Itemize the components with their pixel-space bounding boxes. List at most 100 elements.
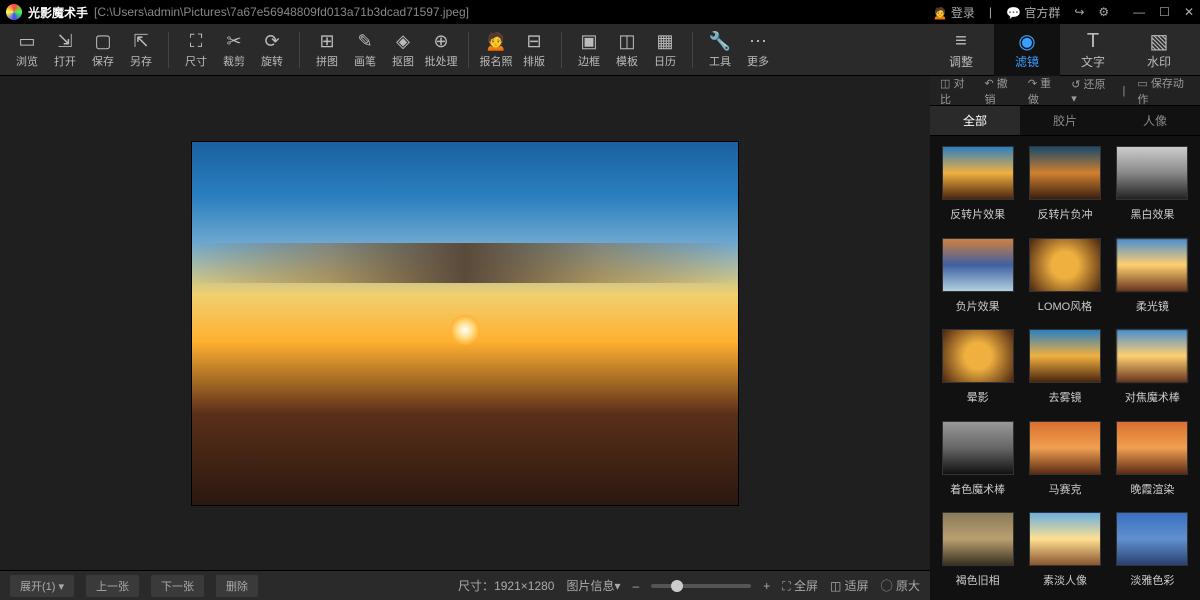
calendar-icon: ▦ — [656, 31, 673, 53]
idphoto-icon: 🙍 — [485, 31, 507, 53]
filter-item[interactable]: 淡雅色彩 — [1113, 512, 1192, 590]
rotate-button[interactable]: ⟳旋转 — [253, 26, 291, 74]
filter-item[interactable]: LOMO风格 — [1025, 238, 1104, 316]
filter-item[interactable]: 着色魔术棒 — [938, 421, 1017, 499]
filter-item[interactable]: 晕影 — [938, 329, 1017, 407]
expand-button[interactable]: 展开(1) ▾ — [10, 575, 74, 597]
login-button[interactable]: 🙍 登录 — [933, 4, 975, 21]
watermark-icon: ▧ — [1150, 29, 1169, 53]
close-button[interactable]: ✕ — [1184, 5, 1194, 19]
filter-thumb — [1116, 329, 1188, 383]
rotate-icon: ⟳ — [264, 31, 279, 53]
idphoto-button[interactable]: 🙍报名照 — [477, 26, 515, 74]
app-logo — [6, 4, 22, 20]
filter-thumb — [1116, 146, 1188, 200]
save-button[interactable]: ▢保存 — [84, 26, 122, 74]
sliders-icon: ≡ — [955, 29, 967, 53]
filter-label: 晚霞渲染 — [1130, 481, 1174, 497]
batch-icon: ⊕ — [433, 31, 448, 53]
filter-thumb — [942, 421, 1014, 475]
filter-icon: ◉ — [1018, 29, 1035, 53]
tab-watermark[interactable]: ▧水印 — [1126, 24, 1192, 76]
filter-label: 负片效果 — [956, 298, 1000, 314]
filter-item[interactable]: 反转片负冲 — [1025, 146, 1104, 224]
frame-button[interactable]: ▣边框 — [570, 26, 608, 74]
cutout-icon: ◈ — [396, 31, 410, 53]
filter-item[interactable]: 负片效果 — [938, 238, 1017, 316]
filter-thumb — [1029, 238, 1101, 292]
filter-item[interactable]: 对焦魔术棒 — [1113, 329, 1192, 407]
filter-label: 去雾镜 — [1048, 389, 1081, 405]
filter-thumb — [1029, 421, 1101, 475]
filter-item[interactable]: 黑白效果 — [1113, 146, 1192, 224]
text-icon: T — [1087, 29, 1099, 53]
layout-button[interactable]: ⊟排版 — [515, 26, 553, 74]
crop-button[interactable]: ✂裁剪 — [215, 26, 253, 74]
delete-button[interactable]: 删除 — [216, 575, 258, 597]
filter-label: 淡雅色彩 — [1130, 572, 1174, 588]
batch-button[interactable]: ⊕批处理 — [422, 26, 460, 74]
filter-item[interactable]: 去雾镜 — [1025, 329, 1104, 407]
size-button[interactable]: ⛶尺寸 — [177, 26, 215, 74]
open-icon: ⇲ — [57, 31, 72, 53]
filter-label: 马赛克 — [1048, 481, 1081, 497]
prev-button[interactable]: 上一张 — [86, 575, 139, 597]
compare-button[interactable]: ◫ 对比 — [940, 75, 972, 107]
filter-thumb — [1029, 329, 1101, 383]
maximize-button[interactable]: ☐ — [1159, 5, 1170, 19]
more-button[interactable]: ⋯更多 — [739, 26, 777, 74]
browse-button[interactable]: ▭浏览 — [8, 26, 46, 74]
save-icon: ▢ — [94, 31, 111, 53]
filter-thumb — [942, 512, 1014, 566]
file-path: [C:\Users\admin\Pictures\7a67e56948809fd… — [94, 5, 469, 19]
filter-label: 反转片效果 — [950, 206, 1005, 222]
brush-icon: ✎ — [357, 31, 372, 53]
filter-label: 着色魔术棒 — [950, 481, 1005, 497]
fullscreen-button[interactable]: ⛶ 全屏 — [782, 577, 818, 594]
saveaction-button[interactable]: ▭ 保存动作 — [1137, 75, 1190, 107]
open-button[interactable]: ⇲打开 — [46, 26, 84, 74]
filter-item[interactable]: 素淡人像 — [1025, 512, 1104, 590]
settings-icon[interactable]: ⚙ — [1098, 5, 1109, 19]
filter-tab-portrait[interactable]: 人像 — [1110, 106, 1200, 135]
tab-filter[interactable]: ◉滤镜 — [994, 24, 1060, 76]
wrench-icon: 🔧 — [709, 31, 731, 53]
filter-label: 素淡人像 — [1043, 572, 1087, 588]
share-icon[interactable]: ↪ — [1074, 5, 1084, 19]
zoom-out[interactable]: – — [633, 579, 640, 593]
template-button[interactable]: ◫模板 — [608, 26, 646, 74]
main-toolbar: ▭浏览 ⇲打开 ▢保存 ⇱另存 ⛶尺寸 ✂裁剪 ⟳旋转 ⊞拼图 ✎画笔 ◈抠图 … — [0, 24, 1200, 76]
tab-text[interactable]: T文字 — [1060, 24, 1126, 76]
filter-tab-all[interactable]: 全部 — [930, 106, 1020, 135]
filter-item[interactable]: 晚霞渲染 — [1113, 421, 1192, 499]
info-button[interactable]: 图片信息▾ — [566, 577, 620, 594]
filter-item[interactable]: 马赛克 — [1025, 421, 1104, 499]
filter-thumb — [1116, 512, 1188, 566]
filter-tab-film[interactable]: 胶片 — [1020, 106, 1110, 135]
folder-icon: ▭ — [18, 31, 35, 53]
puzzle-button[interactable]: ⊞拼图 — [308, 26, 346, 74]
cutout-button[interactable]: ◈抠图 — [384, 26, 422, 74]
group-button[interactable]: 💬 官方群 — [1006, 4, 1060, 21]
saveas-button[interactable]: ⇱另存 — [122, 26, 160, 74]
restore-button[interactable]: ↺ 还原 ▾ — [1071, 76, 1110, 105]
tools-button[interactable]: 🔧工具 — [701, 26, 739, 74]
filter-item[interactable]: 反转片效果 — [938, 146, 1017, 224]
photo-preview[interactable] — [191, 141, 739, 506]
calendar-button[interactable]: ▦日历 — [646, 26, 684, 74]
zoom-in[interactable]: + — [763, 579, 770, 593]
zoom-slider[interactable] — [651, 584, 751, 588]
tab-adjust[interactable]: ≡调整 — [928, 24, 994, 76]
template-icon: ◫ — [618, 31, 635, 53]
redo-button[interactable]: ↷ 重做 — [1028, 75, 1059, 107]
undo-button[interactable]: ↶ 撤销 — [984, 75, 1015, 107]
grid-icon: ⊞ — [319, 31, 334, 53]
next-button[interactable]: 下一张 — [151, 575, 204, 597]
brush-button[interactable]: ✎画笔 — [346, 26, 384, 74]
filter-thumb — [1029, 146, 1101, 200]
minimize-button[interactable]: — — [1133, 5, 1145, 19]
filter-item[interactable]: 柔光镜 — [1113, 238, 1192, 316]
fit-button[interactable]: ◫ 适屏 — [830, 577, 869, 594]
original-button[interactable]: ◯ 原大 — [881, 577, 920, 594]
filter-item[interactable]: 褐色旧相 — [938, 512, 1017, 590]
